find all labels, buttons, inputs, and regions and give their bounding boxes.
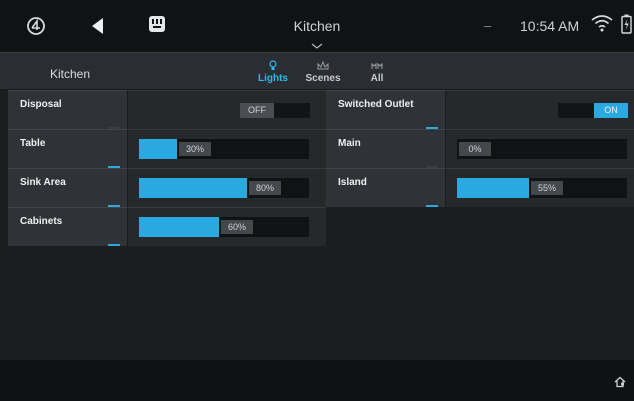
dimmer-fill <box>139 217 219 237</box>
load-label-island[interactable]: Island <box>326 168 446 207</box>
toggle-label: ON <box>594 103 628 118</box>
dimmer-value: 30% <box>179 142 211 156</box>
home-settings-icon[interactable] <box>614 375 626 393</box>
load-label-switched-outlet[interactable]: Switched Outlet <box>326 90 446 129</box>
load-control-disposal: OFF <box>128 90 326 129</box>
load-control-cabinets: 60% <box>128 207 326 246</box>
load-name: Table <box>20 138 46 149</box>
top-bar: Kitchen – 10:54 AM <box>0 0 634 52</box>
load-name: Main <box>338 138 361 149</box>
dimmer-slider[interactable]: 55% <box>457 178 627 198</box>
toggle-label: OFF <box>240 103 274 118</box>
dimmer-fill <box>457 178 529 198</box>
load-name: Disposal <box>20 99 62 110</box>
bottom-bar <box>0 360 634 401</box>
dimmer-value: 0% <box>459 142 491 156</box>
load-control-table: 30% <box>128 129 326 168</box>
wifi-icon <box>591 14 613 32</box>
load-name: Sink Area <box>20 177 66 188</box>
load-name: Switched Outlet <box>338 99 414 110</box>
load-control-main: 0% <box>446 129 634 168</box>
load-control-sink-area: 80% <box>128 168 326 207</box>
tab-all[interactable]: All <box>355 60 399 84</box>
clock: 10:54 AM <box>520 18 580 34</box>
load-control-island: 55% <box>446 168 634 207</box>
dimmer-slider[interactable]: 30% <box>139 139 309 159</box>
dimmer-slider[interactable]: 0% <box>457 139 627 159</box>
load-label-disposal[interactable]: Disposal <box>8 90 128 129</box>
load-label-cabinets[interactable]: Cabinets <box>8 207 128 246</box>
room-selector[interactable]: Kitchen <box>50 67 90 81</box>
dimmer-value: 55% <box>531 181 563 195</box>
battery-icon <box>621 14 632 34</box>
dimmer-slider[interactable]: 60% <box>139 217 309 237</box>
dimmer-value: 60% <box>221 220 253 234</box>
load-label-sink-area[interactable]: Sink Area <box>8 168 128 207</box>
tab-label: All <box>370 73 384 84</box>
separator-dash: – <box>484 18 492 33</box>
tab-label: Scenes <box>305 73 341 84</box>
load-label-table[interactable]: Table <box>8 129 128 168</box>
load-label-main[interactable]: Main <box>326 129 446 168</box>
load-indicator <box>108 244 120 246</box>
load-indicator <box>426 205 438 207</box>
toggle-switch[interactable]: ON <box>558 103 628 118</box>
scenes-icon <box>301 60 345 72</box>
load-control-switched-outlet: ON <box>446 90 634 129</box>
tab-scenes[interactable]: Scenes <box>301 60 345 84</box>
tab-label: Lights <box>258 73 288 84</box>
dimmer-value: 80% <box>249 181 281 195</box>
sub-navigation-bar: Kitchen Lights Scenes All <box>0 52 634 96</box>
dimmer-slider[interactable]: 80% <box>139 178 309 198</box>
load-name: Cabinets <box>20 216 63 227</box>
dimmer-fill <box>139 178 247 198</box>
dimmer-fill <box>139 139 177 159</box>
toggle-switch[interactable]: OFF <box>240 103 310 118</box>
load-name: Island <box>338 177 367 188</box>
lightbulb-icon <box>251 60 295 72</box>
tab-lights[interactable]: Lights <box>251 60 295 84</box>
all-icon <box>355 60 399 72</box>
